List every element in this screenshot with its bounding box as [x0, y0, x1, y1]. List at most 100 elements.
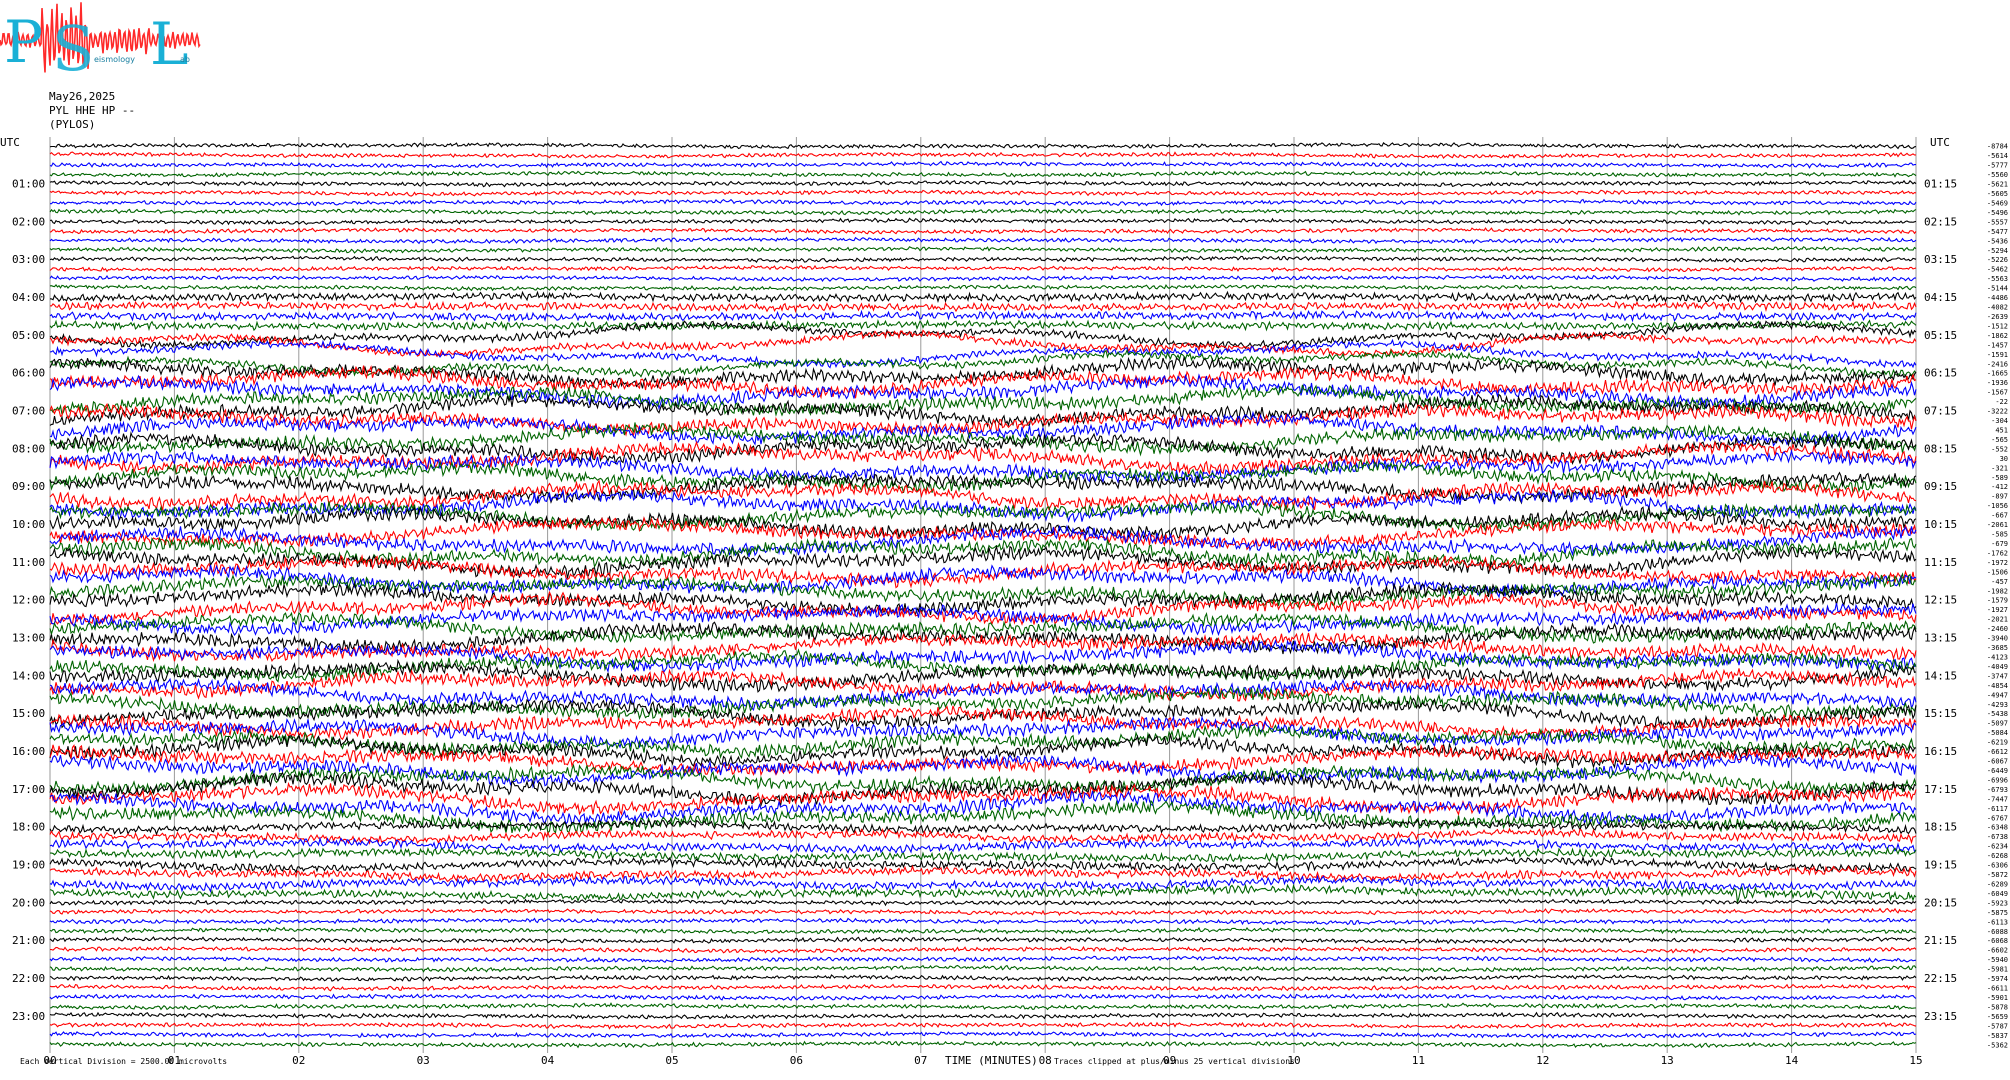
trace-offset-label: -2460 — [1987, 625, 2008, 633]
right-hour-label: 16:15 — [1924, 745, 1957, 758]
right-hour-label: 13:15 — [1924, 632, 1957, 645]
trace-offset-label: -6612 — [1987, 748, 2008, 756]
right-hour-label: 05:15 — [1924, 329, 1957, 342]
x-tick-label: 14 — [1785, 1054, 1799, 1067]
right-hour-label: 01:15 — [1924, 178, 1957, 191]
trace-offset-label: -5837 — [1987, 1032, 2008, 1040]
left-hour-label: 08:00 — [12, 442, 45, 455]
right-axis-title: UTC — [1930, 136, 1950, 149]
trace-offset-label: -5477 — [1987, 228, 2008, 236]
trace-offset-label: -4293 — [1987, 701, 2008, 709]
right-hour-label: 06:15 — [1924, 367, 1957, 380]
trace-offset-label: -304 — [1991, 417, 2008, 425]
trace-line — [49, 955, 1917, 964]
trace-offset-label: -412 — [1991, 483, 2008, 491]
trace-offset-label: -5614 — [1987, 152, 2008, 160]
trace-offset-labels: -8784-5614 -5777-5560 -5621-5605 -5469-5496… — [1987, 143, 2008, 1050]
trace-offset-label: -5436 — [1987, 237, 2008, 245]
x-tick-label: 15 — [1909, 1054, 1922, 1067]
left-hour-label: 09:00 — [12, 480, 45, 493]
trace-line — [49, 964, 1917, 973]
helicorder-chart: P S L eismology ab May26,2025 PYL HHE HP… — [0, 2, 2008, 1067]
trace-offset-label: -6449 — [1987, 767, 2008, 775]
trace-offset-label: -6996 — [1987, 776, 2008, 784]
trace-offset-label: -6306 — [1987, 862, 2008, 870]
trace-offset-label: -5362 — [1987, 1041, 2008, 1049]
trace-offset-label: -585 — [1991, 531, 2008, 539]
left-hour-label: 10:00 — [12, 518, 45, 531]
trace-offset-label: -5084 — [1987, 729, 2008, 737]
left-hour-label: 16:00 — [12, 745, 45, 758]
trace-line — [50, 198, 1917, 207]
trace-offset-label: -2061 — [1987, 521, 2008, 529]
trace-offset-label: -6767 — [1987, 814, 2008, 822]
left-hour-label: 15:00 — [12, 707, 45, 720]
header-station: PYL HHE HP -- — [49, 104, 135, 117]
left-axis-title: UTC — [0, 136, 20, 149]
left-hour-label: 20:00 — [12, 896, 45, 909]
trace-offset-label: -1927 — [1987, 606, 2008, 614]
trace-line — [49, 283, 1917, 292]
trace-offset-label: -5563 — [1987, 275, 2008, 283]
trace-offset-label: -565 — [1991, 436, 2008, 444]
trace-offset-label: -3685 — [1987, 644, 2008, 652]
trace-line — [49, 973, 1917, 982]
trace-line — [49, 189, 1917, 197]
trace-offset-label: -5621 — [1987, 181, 2008, 189]
trace-offset-label: -6289 — [1987, 881, 2008, 889]
left-hour-label: 07:00 — [12, 405, 45, 418]
trace-line — [49, 1030, 1917, 1039]
header-location: (PYLOS) — [49, 118, 95, 131]
x-tick-label: 08 — [1039, 1054, 1052, 1067]
x-tick-label: 13 — [1661, 1054, 1674, 1067]
trace-offset-label: -1762 — [1987, 549, 2008, 557]
x-tick-label: 06 — [790, 1054, 803, 1067]
x-tick-label: 03 — [417, 1054, 430, 1067]
right-hour-labels: 01:15 02:15 03:15 04:15 05:15 06:15 07:15 08:15… — [1924, 178, 1957, 1023]
trace-line — [49, 855, 1917, 874]
right-hour-label: 19:15 — [1924, 859, 1957, 872]
trace-offset-label: -1457 — [1987, 341, 2008, 349]
trace-offset-label: -321 — [1991, 464, 2008, 472]
trace-offset-label: -897 — [1991, 493, 2008, 501]
right-hour-label: 17:15 — [1924, 783, 1957, 796]
trace-offset-label: -7447 — [1987, 795, 2008, 803]
logo-small-text-1: eismology — [94, 55, 135, 64]
trace-offset-label: -6611 — [1987, 985, 2008, 993]
trace-offset-label: -457 — [1991, 578, 2008, 586]
trace-offset-label: -3222 — [1987, 408, 2008, 416]
trace-line — [49, 733, 1917, 769]
trace-offset-label: -5462 — [1987, 266, 2008, 274]
logo-letter-l: L — [150, 10, 189, 78]
trace-offset-label: -6793 — [1987, 786, 2008, 794]
left-hour-label: 02:00 — [12, 215, 45, 228]
trace-offset-label: -22 — [1995, 398, 2008, 406]
trace-offset-label: -4049 — [1987, 663, 2008, 671]
left-hour-labels: 01:00 02:00 03:00 04:00 05:00 06:00 07:00 08:00… — [12, 178, 45, 1023]
left-hour-label: 06:00 — [12, 367, 45, 380]
trace-line — [49, 245, 1917, 254]
trace-offset-label: -1579 — [1987, 597, 2008, 605]
left-hour-label: 22:00 — [12, 972, 45, 985]
trace-line — [49, 236, 1917, 245]
right-hour-label: 23:15 — [1924, 1010, 1957, 1023]
trace-line — [49, 170, 1917, 178]
trace-offset-label: -2639 — [1987, 313, 2008, 321]
trace-line — [49, 160, 1916, 169]
trace-offset-label: -4082 — [1987, 304, 2008, 312]
trace-offset-label: -6088 — [1987, 928, 2008, 936]
trace-line — [49, 993, 1917, 1001]
trace-line — [49, 898, 1917, 907]
psl-logo: P S L eismology ab — [0, 2, 201, 85]
trace-offset-label: -1972 — [1987, 559, 2008, 567]
trace-line — [49, 983, 1917, 992]
logo-small-text-2: ab — [180, 55, 190, 64]
trace-offset-label: -1591 — [1987, 351, 2008, 359]
x-tick-label: 04 — [541, 1054, 555, 1067]
trace-offset-label: -552 — [1991, 445, 2008, 453]
trace-line — [50, 846, 1917, 864]
trace-offset-label: -1862 — [1987, 332, 2008, 340]
trace-offset-label: -5144 — [1987, 285, 2008, 293]
x-tick-label: 07 — [914, 1054, 927, 1067]
trace-line — [49, 936, 1917, 945]
